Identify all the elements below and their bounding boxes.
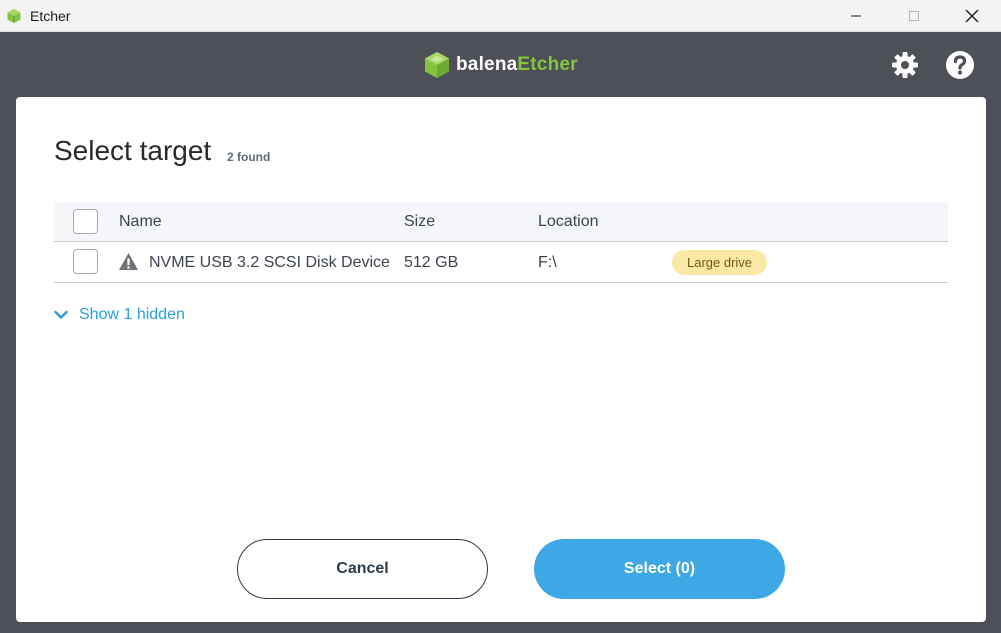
warning-icon bbox=[119, 253, 138, 270]
minimize-button[interactable] bbox=[827, 0, 885, 32]
drive-table: Name Size Location NVME USB 3.2 SCSI Dis… bbox=[54, 202, 948, 283]
modal-title: Select target bbox=[54, 135, 212, 166]
select-button[interactable]: Select (0) bbox=[534, 539, 785, 599]
cancel-button[interactable]: Cancel bbox=[237, 539, 488, 599]
drive-size: 512 GB bbox=[404, 254, 459, 271]
maximize-icon bbox=[909, 11, 919, 21]
drive-name: NVME USB 3.2 SCSI Disk Device bbox=[149, 254, 390, 271]
column-header-location: Location bbox=[538, 213, 599, 230]
app-header: balena Etcher bbox=[0, 32, 1001, 97]
brand-balena: balena bbox=[456, 54, 518, 75]
show-hidden-label: Show 1 hidden bbox=[79, 306, 185, 323]
table-row[interactable]: NVME USB 3.2 SCSI Disk Device 512 GB F:\… bbox=[54, 242, 948, 283]
drive-location: F:\ bbox=[538, 254, 557, 271]
select-target-modal: Select target 2 found Name Size Location… bbox=[16, 97, 986, 622]
column-header-name: Name bbox=[119, 213, 162, 230]
show-hidden-toggle[interactable]: Show 1 hidden bbox=[54, 306, 185, 324]
title-bar: Etcher bbox=[0, 0, 1001, 32]
column-header-size: Size bbox=[404, 213, 436, 230]
window-controls bbox=[827, 0, 1001, 32]
drive-checkbox[interactable] bbox=[73, 249, 98, 274]
large-drive-badge: Large drive bbox=[672, 250, 768, 275]
close-button[interactable] bbox=[943, 0, 1001, 32]
drive-count: 2 found bbox=[227, 150, 271, 164]
table-header: Name Size Location bbox=[54, 202, 948, 242]
close-icon bbox=[965, 9, 979, 23]
maximize-button[interactable] bbox=[885, 0, 943, 32]
select-all-checkbox[interactable] bbox=[73, 209, 98, 234]
etcher-app-icon bbox=[7, 8, 21, 23]
minimize-icon bbox=[851, 15, 861, 17]
window-title: Etcher bbox=[30, 7, 71, 24]
help-icon[interactable] bbox=[945, 50, 975, 80]
balena-etcher-logo: balena Etcher bbox=[424, 50, 578, 80]
brand-etcher: Etcher bbox=[517, 54, 578, 75]
chevron-down-icon bbox=[54, 310, 68, 319]
cube-logo-icon bbox=[425, 52, 449, 78]
gear-icon[interactable] bbox=[890, 50, 920, 80]
